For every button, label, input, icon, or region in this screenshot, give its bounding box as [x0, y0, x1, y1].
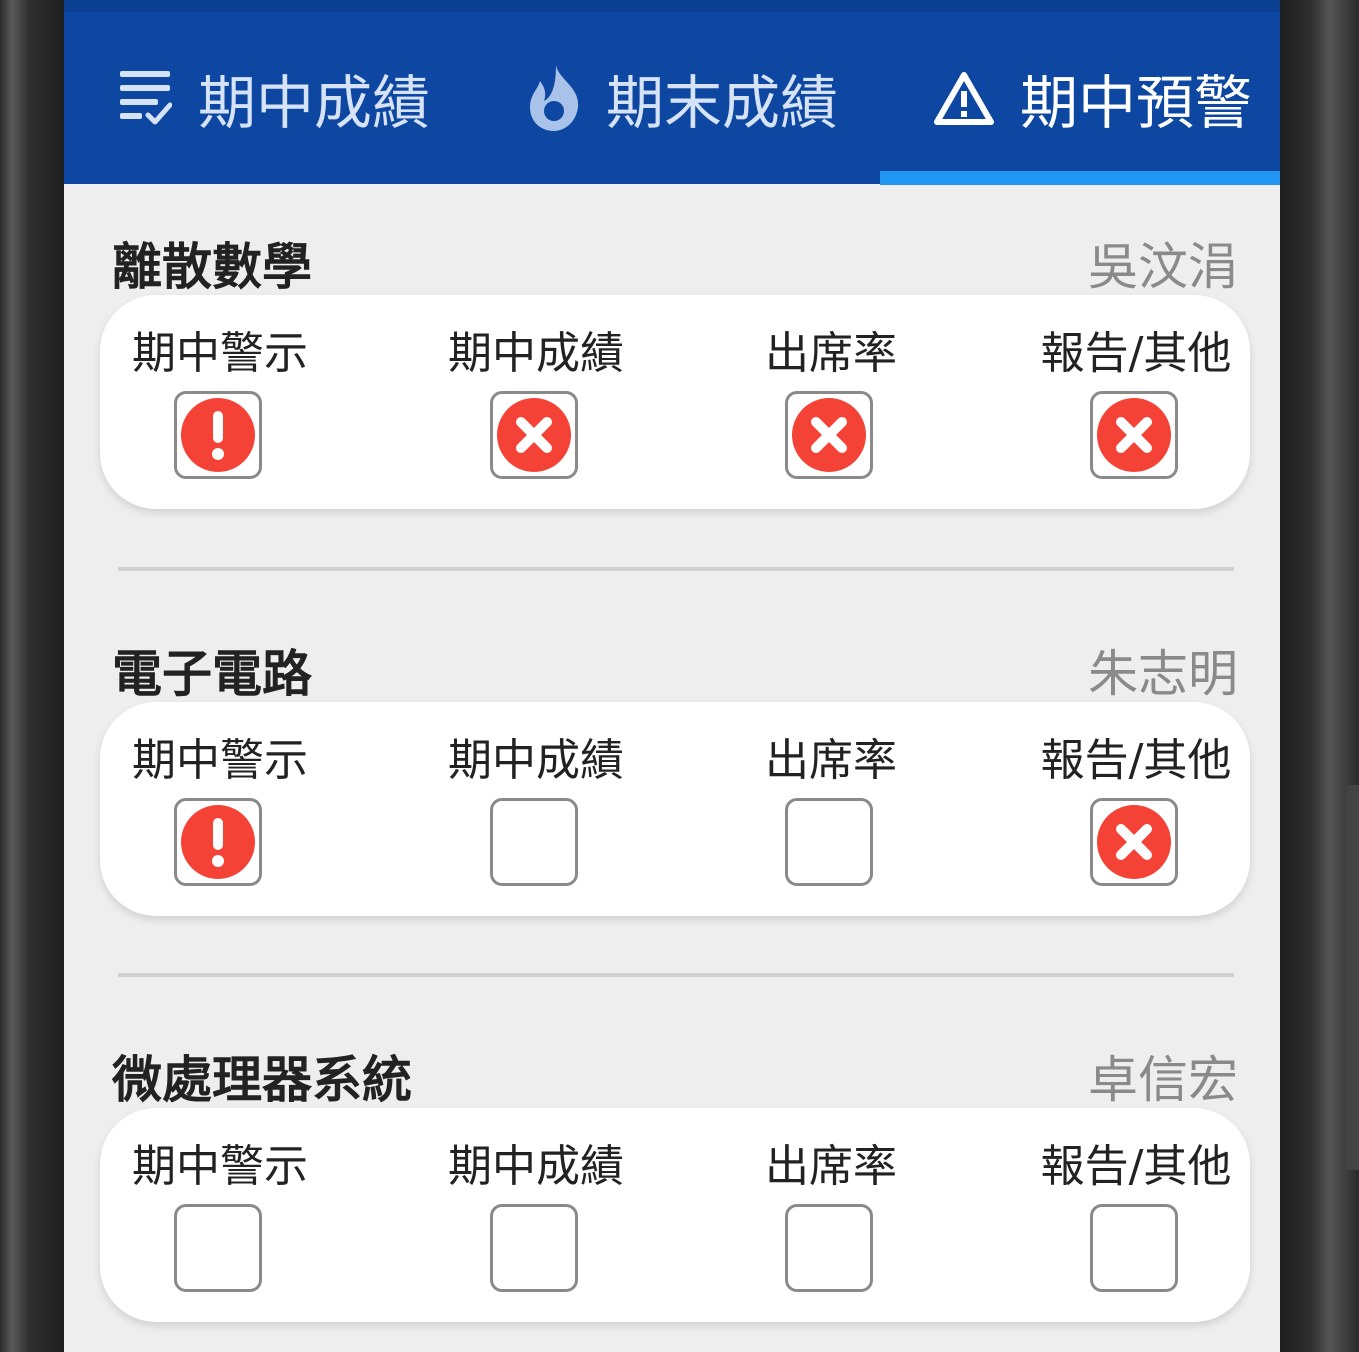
- item-label: 期中警示: [132, 328, 308, 379]
- tab-final-grades[interactable]: 期末成績: [528, 12, 838, 184]
- warning-card: 期中警示 期中成績 出席率 報告/其他: [100, 295, 1250, 509]
- warning-item: 期中成績: [416, 1108, 656, 1322]
- item-label: 期中成績: [448, 1141, 624, 1192]
- warning-item: 報告/其他: [1016, 702, 1256, 916]
- item-label: 期中警示: [132, 735, 308, 786]
- tab-label: 期末成績: [606, 69, 839, 137]
- status-checkbox[interactable]: [785, 798, 873, 886]
- course-name: 微處理器系統: [112, 1051, 412, 1109]
- warning-item: 期中成績: [416, 295, 656, 509]
- tab-label: 期中成績: [198, 69, 431, 137]
- flame-icon: [530, 65, 579, 131]
- teacher-name: 朱志明: [1088, 645, 1238, 703]
- warning-item: 期中警示: [100, 1108, 340, 1322]
- exclamation-circle-icon: [181, 805, 255, 879]
- item-label: 報告/其他: [1040, 735, 1232, 786]
- status-checkbox[interactable]: [490, 391, 578, 479]
- x-circle-icon: [1097, 398, 1171, 472]
- item-label: 期中成績: [448, 328, 624, 379]
- tab-midterm-warning[interactable]: 期中預警: [934, 12, 1252, 184]
- status-checkbox[interactable]: [1090, 391, 1178, 479]
- status-checkbox[interactable]: [490, 798, 578, 886]
- teacher-name: 卓信宏: [1088, 1051, 1238, 1109]
- item-label: 期中成績: [448, 735, 624, 786]
- status-checkbox[interactable]: [174, 391, 262, 479]
- item-label: 出席率: [765, 328, 897, 379]
- teacher-name: 吳汶涓: [1088, 238, 1238, 296]
- warning-item: 出席率: [711, 295, 951, 509]
- status-strip: [64, 0, 1280, 12]
- phone-side-button: [1346, 785, 1359, 1170]
- status-checkbox[interactable]: [1090, 1204, 1178, 1292]
- item-label: 期中警示: [132, 1141, 308, 1192]
- item-label: 出席率: [765, 735, 897, 786]
- tab-bar: 期中成績 期末成績 期中預警: [64, 12, 1280, 184]
- tab-midterm-grades[interactable]: 期中成績: [120, 12, 430, 184]
- section-divider: [118, 567, 1234, 571]
- status-checkbox[interactable]: [785, 1204, 873, 1292]
- active-tab-indicator: [880, 171, 1280, 185]
- warning-item: 報告/其他: [1016, 1108, 1256, 1322]
- warning-item: 出席率: [711, 1108, 951, 1322]
- x-circle-icon: [792, 398, 866, 472]
- app-screen: 期中成績 期末成績 期中預警 離散數學 吳汶涓 期中警示 期中成績 出席率 報告…: [64, 0, 1280, 1352]
- x-circle-icon: [1097, 805, 1171, 879]
- warning-item: 出席率: [711, 702, 951, 916]
- warning-card: 期中警示 期中成績 出席率 報告/其他: [100, 1108, 1250, 1322]
- warning-item: 期中成績: [416, 702, 656, 916]
- status-checkbox[interactable]: [1090, 798, 1178, 886]
- exclamation-circle-icon: [181, 398, 255, 472]
- warning-card: 期中警示 期中成績 出席率 報告/其他: [100, 702, 1250, 916]
- status-checkbox[interactable]: [785, 391, 873, 479]
- item-label: 報告/其他: [1040, 328, 1232, 379]
- warning-item: 期中警示: [100, 295, 340, 509]
- item-label: 報告/其他: [1040, 1141, 1232, 1192]
- course-name: 離散數學: [112, 238, 312, 296]
- warning-item: 期中警示: [100, 702, 340, 916]
- x-circle-icon: [497, 398, 571, 472]
- list-check-icon: [120, 71, 172, 125]
- status-checkbox[interactable]: [174, 798, 262, 886]
- warning-icon: [934, 72, 994, 125]
- tab-label: 期中預警: [1020, 69, 1253, 137]
- warning-item: 報告/其他: [1016, 295, 1256, 509]
- status-checkbox[interactable]: [174, 1204, 262, 1292]
- status-checkbox[interactable]: [490, 1204, 578, 1292]
- course-name: 電子電路: [112, 645, 312, 703]
- item-label: 出席率: [765, 1141, 897, 1192]
- section-divider: [118, 973, 1234, 977]
